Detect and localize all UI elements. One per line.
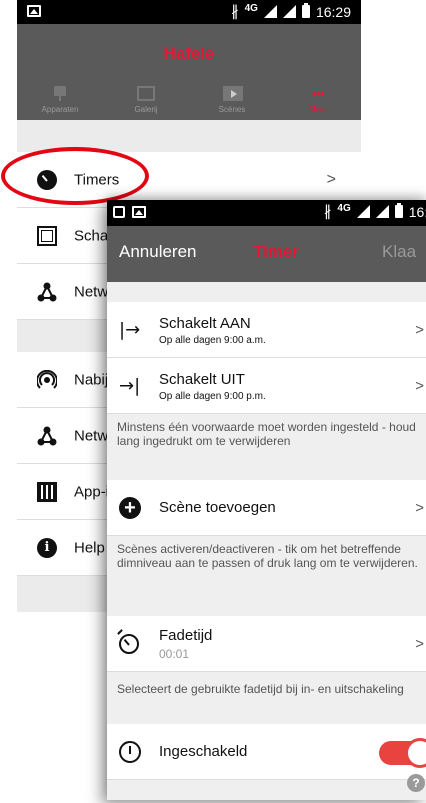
power-icon	[119, 740, 141, 763]
tab-meer[interactable]: ••• Meer	[275, 85, 361, 120]
fade-time-value: 00:01	[159, 647, 190, 661]
signal-icon	[356, 205, 370, 218]
tab-label: Apparaten	[41, 105, 79, 114]
image-notification-icon	[132, 206, 146, 218]
cancel-button[interactable]: Annuleren	[119, 242, 197, 262]
status-bar: ∦ 4G 16:2	[107, 200, 426, 226]
sliders-icon	[37, 481, 57, 502]
menu-item-label: Help	[74, 539, 105, 556]
menu-item-label: Netw	[74, 283, 109, 300]
status-time: 16:29	[315, 3, 351, 20]
enabled-toggle[interactable]	[379, 738, 426, 768]
add-scene-label: Scène toevoegen	[159, 499, 276, 516]
enabled-label: Ingeschakeld	[159, 743, 248, 760]
done-button[interactable]: Klaa	[382, 242, 416, 262]
sim-icon	[113, 206, 125, 218]
film-icon	[223, 86, 243, 102]
bluetooth-icon: ∦	[323, 203, 332, 220]
menu-item-label: Netw	[74, 427, 109, 444]
fade-time-title: Fadetijd	[159, 627, 213, 644]
proximity-icon	[36, 369, 58, 390]
fade-time-row[interactable]: Fadetijd 00:01 >	[107, 616, 426, 672]
switch-on-schedule: Op alle dagen 9:00 a.m.	[159, 335, 266, 346]
page-title: Timer	[253, 242, 299, 261]
chevron-right-icon: >	[415, 499, 424, 516]
tab-galerij[interactable]: Galerij	[103, 86, 189, 120]
switch-off-icon: →|	[119, 375, 141, 396]
scene-note: Scènes activeren/deactiveren - tik om he…	[117, 542, 418, 570]
add-icon: +	[119, 496, 141, 519]
help-icon[interactable]: ?	[407, 774, 425, 792]
app-header: Hafele	[17, 24, 361, 88]
app-title: Hafele	[163, 44, 215, 63]
network-icon	[37, 282, 57, 302]
switch-on-title: Schakelt AAN	[159, 315, 251, 332]
signal-icon	[282, 5, 296, 18]
signal-icon	[263, 5, 277, 18]
tab-scenes[interactable]: Scènes	[189, 86, 275, 120]
status-time: 16:2	[408, 203, 426, 220]
timer-screen: ∦ 4G 16:2 Annuleren Timer Klaa |→ Schake…	[107, 200, 426, 800]
chevron-right-icon: >	[415, 321, 424, 338]
bottom-tabs: Apparaten Galerij Scènes ••• Meer	[17, 85, 361, 120]
switch-on-icon: |→	[119, 319, 141, 340]
timer-header: Annuleren Timer Klaa	[107, 226, 426, 282]
lamp-icon	[51, 86, 69, 102]
add-scene-row[interactable]: + Scène toevoegen >	[107, 480, 426, 536]
network-icon	[37, 426, 57, 446]
condition-note: Minstens één voorwaarde moet worden inge…	[117, 420, 416, 448]
battery-icon	[301, 3, 310, 18]
tab-apparaten[interactable]: Apparaten	[17, 86, 103, 120]
tab-label: Scènes	[218, 105, 246, 114]
gallery-icon	[137, 86, 155, 102]
switch-off-row[interactable]: →| Schakelt UIT Op alle dagen 9:00 p.m. …	[107, 358, 426, 414]
status-bar: ∦ 4G 16:29	[17, 0, 361, 24]
chevron-right-icon: >	[415, 635, 424, 652]
signal-icon	[375, 205, 389, 218]
switch-off-schedule: Op alle dagen 9:00 p.m.	[159, 391, 266, 402]
network-type: 4G	[244, 2, 258, 14]
bluetooth-icon: ∦	[231, 3, 239, 20]
network-type: 4G	[337, 202, 351, 214]
battery-icon	[394, 203, 403, 218]
tab-label: Meer	[308, 105, 328, 114]
tab-label: Galerij	[134, 105, 158, 114]
more-icon: •••	[312, 85, 325, 101]
switch-off-title: Schakelt UIT	[159, 371, 245, 388]
chevron-right-icon: >	[415, 377, 424, 394]
switch-on-row[interactable]: |→ Schakelt AAN Op alle dagen 9:00 a.m. …	[107, 302, 426, 358]
timer-icon	[119, 633, 139, 654]
highlight-ellipse	[1, 147, 149, 205]
fade-note: Selecteert de gebruikte fadetijd bij in-…	[117, 682, 404, 696]
square-icon	[37, 225, 57, 246]
info-icon: i	[37, 537, 57, 558]
chevron-right-icon: >	[326, 170, 336, 188]
enabled-row: Ingeschakeld	[107, 724, 426, 780]
menu-item-label: Nabij	[74, 371, 109, 388]
image-notification-icon	[27, 5, 41, 17]
